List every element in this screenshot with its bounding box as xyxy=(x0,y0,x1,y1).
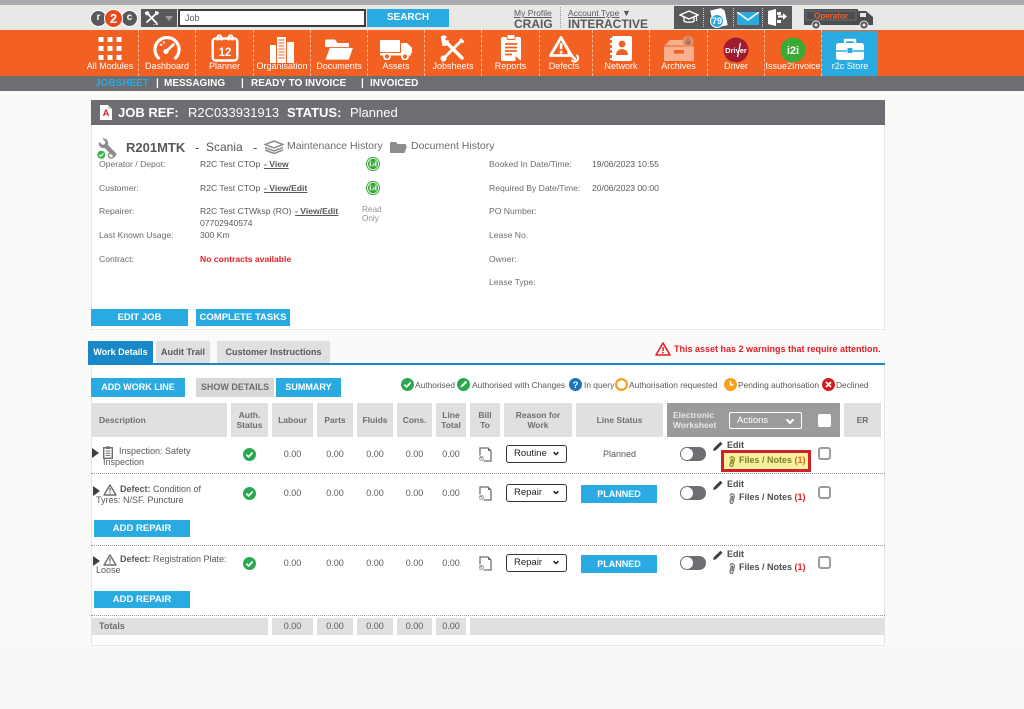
svg-text:Driver: Driver xyxy=(725,46,747,55)
svg-text:i2i: i2i xyxy=(787,45,799,57)
svg-text:?: ? xyxy=(573,380,579,391)
svg-text:12: 12 xyxy=(218,47,231,59)
svg-text:A: A xyxy=(103,108,110,118)
svg-text:Operator: Operator xyxy=(814,12,848,21)
